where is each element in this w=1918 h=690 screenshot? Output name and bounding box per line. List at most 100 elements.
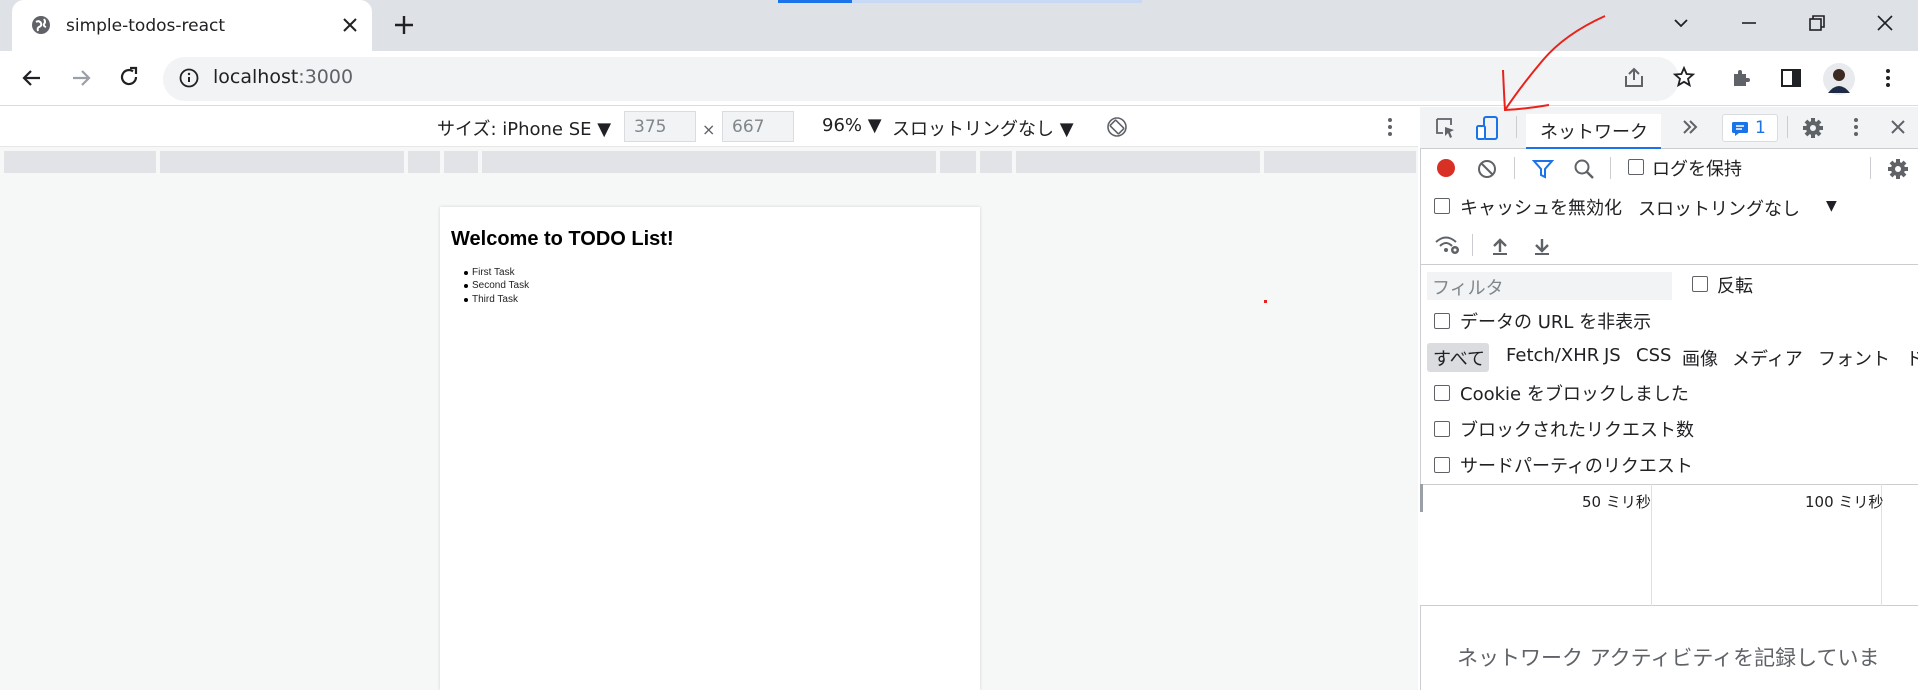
export-har-icon[interactable]	[1532, 236, 1552, 256]
side-panel-icon[interactable]	[1779, 66, 1803, 90]
devtools-settings-icon[interactable]	[1801, 116, 1825, 140]
preserve-log-label: ログを保持	[1652, 159, 1742, 180]
tab-search-icon[interactable]	[1670, 12, 1692, 34]
minimize-icon[interactable]	[1738, 12, 1760, 34]
network-settings-icon[interactable]	[1886, 157, 1910, 181]
rotate-icon[interactable]	[1106, 116, 1128, 138]
timeline-gridline	[1651, 484, 1652, 606]
divider	[1420, 264, 1918, 265]
invert-label: 反転	[1717, 276, 1753, 297]
third-party-label: サードパーティのリクエスト	[1460, 456, 1693, 477]
extensions-icon[interactable]	[1730, 66, 1754, 90]
issues-count: 1	[1755, 118, 1766, 138]
annotation-dot	[1264, 300, 1267, 303]
globe-icon	[30, 14, 52, 36]
media-query-segment[interactable]	[940, 151, 976, 173]
divider	[1514, 157, 1515, 179]
import-har-icon[interactable]	[1490, 236, 1510, 256]
url-text: localhost:3000	[213, 66, 353, 88]
forward-icon[interactable]	[69, 66, 93, 90]
close-devtools-icon[interactable]	[1888, 117, 1908, 137]
media-query-segment[interactable]	[4, 151, 156, 173]
chevron-down-icon[interactable]: ▼	[1826, 198, 1837, 214]
media-query-segment[interactable]	[444, 151, 478, 173]
overview-handle[interactable]	[1420, 484, 1423, 512]
disable-cache-checkbox[interactable]	[1434, 198, 1450, 214]
device-toolbar-menu-icon[interactable]	[1380, 116, 1400, 138]
third-party-checkbox[interactable]	[1434, 457, 1450, 473]
width-input[interactable]: 375	[624, 111, 696, 142]
type-filter-css[interactable]: CSS	[1636, 345, 1671, 366]
type-filter-all[interactable]: すべて	[1433, 345, 1485, 371]
close-window-icon[interactable]	[1874, 12, 1896, 34]
page-heading: Welcome to TODO List!	[451, 228, 674, 250]
empty-state-message: ネットワーク アクティビティを記録していま	[1457, 646, 1880, 670]
profile-avatar[interactable]	[1823, 63, 1855, 95]
browser-menu-icon[interactable]	[1876, 66, 1900, 90]
bookmark-star-icon[interactable]	[1672, 65, 1696, 89]
type-filter-doc[interactable]: ド	[1906, 345, 1918, 371]
restore-icon[interactable]	[1806, 12, 1828, 34]
task-item: Third Task	[464, 294, 518, 305]
zoom-selector[interactable]: 96% ▼	[822, 115, 882, 136]
type-filter-fonts[interactable]: フォント	[1818, 345, 1890, 371]
device-selector[interactable]: サイズ: iPhone SE ▼	[437, 115, 611, 141]
dimension-separator: ×	[702, 120, 716, 139]
device-throttle-selector[interactable]: スロットリングなし ▼	[892, 115, 1074, 141]
site-info-icon[interactable]	[178, 67, 200, 89]
loading-indicator	[778, 0, 852, 3]
loading-indicator-track	[852, 0, 1142, 3]
tab-network[interactable]: ネットワーク	[1526, 114, 1661, 149]
url-port: :3000	[298, 66, 354, 88]
tab-network-label: ネットワーク	[1540, 122, 1648, 143]
timeline-label-100: 100 ミリ秒	[1805, 493, 1884, 511]
blocked-cookies-checkbox[interactable]	[1434, 385, 1450, 401]
url-host: localhost	[213, 66, 299, 88]
divider	[1516, 116, 1517, 138]
network-conditions-icon[interactable]	[1434, 234, 1460, 256]
new-tab-icon[interactable]	[392, 13, 416, 37]
issues-badge[interactable]: 1	[1722, 114, 1778, 142]
address-bar[interactable]	[163, 57, 1679, 101]
media-query-segment[interactable]	[980, 151, 1012, 173]
close-tab-icon[interactable]	[340, 15, 360, 35]
reload-icon[interactable]	[117, 65, 141, 89]
type-filter-images[interactable]: 画像	[1682, 345, 1718, 371]
invert-checkbox[interactable]	[1692, 276, 1708, 292]
disable-cache-label: キャッシュを無効化	[1460, 198, 1622, 219]
tab-title: simple-todos-react	[66, 16, 226, 36]
more-tabs-icon[interactable]	[1680, 117, 1700, 137]
hide-data-urls-checkbox[interactable]	[1434, 313, 1450, 329]
clear-icon[interactable]	[1476, 158, 1498, 180]
blocked-cookies-label: Cookie をブロックしました	[1460, 384, 1689, 405]
record-icon[interactable]	[1435, 157, 1457, 179]
height-input[interactable]: 667	[722, 111, 794, 142]
inspect-element-icon[interactable]	[1434, 116, 1458, 140]
blocked-requests-checkbox[interactable]	[1434, 421, 1450, 437]
blocked-requests-label: ブロックされたリクエスト数	[1460, 420, 1694, 441]
browser-tab[interactable]: simple-todos-react	[12, 0, 372, 51]
filter-icon[interactable]	[1532, 158, 1554, 180]
search-icon[interactable]	[1573, 158, 1595, 180]
divider	[1870, 157, 1871, 179]
share-icon[interactable]	[1622, 66, 1646, 90]
task-item: First Task	[464, 267, 515, 278]
media-query-segment[interactable]	[160, 151, 404, 173]
divider	[1787, 116, 1788, 138]
devtools-menu-icon[interactable]	[1846, 116, 1866, 138]
type-filter-js[interactable]: JS	[1604, 345, 1621, 366]
media-query-segment[interactable]	[482, 151, 936, 173]
media-query-segment[interactable]	[1264, 151, 1416, 173]
network-throttling-select[interactable]: スロットリングなし	[1638, 195, 1800, 221]
hide-data-urls-label: データの URL を非表示	[1460, 312, 1652, 333]
back-icon[interactable]	[20, 66, 44, 90]
toggle-device-toolbar-icon[interactable]	[1474, 114, 1500, 142]
media-query-segment[interactable]	[1016, 151, 1260, 173]
filter-placeholder: フィルタ	[1432, 278, 1504, 299]
timeline-label-50: 50 ミリ秒	[1582, 493, 1651, 511]
media-query-segment[interactable]	[408, 151, 440, 173]
preserve-log-checkbox[interactable]	[1628, 159, 1644, 175]
type-filter-media[interactable]: メディア	[1732, 345, 1803, 371]
task-item: Second Task	[463, 280, 530, 291]
type-filter-fetch-xhr[interactable]: Fetch/XHR	[1506, 345, 1599, 366]
